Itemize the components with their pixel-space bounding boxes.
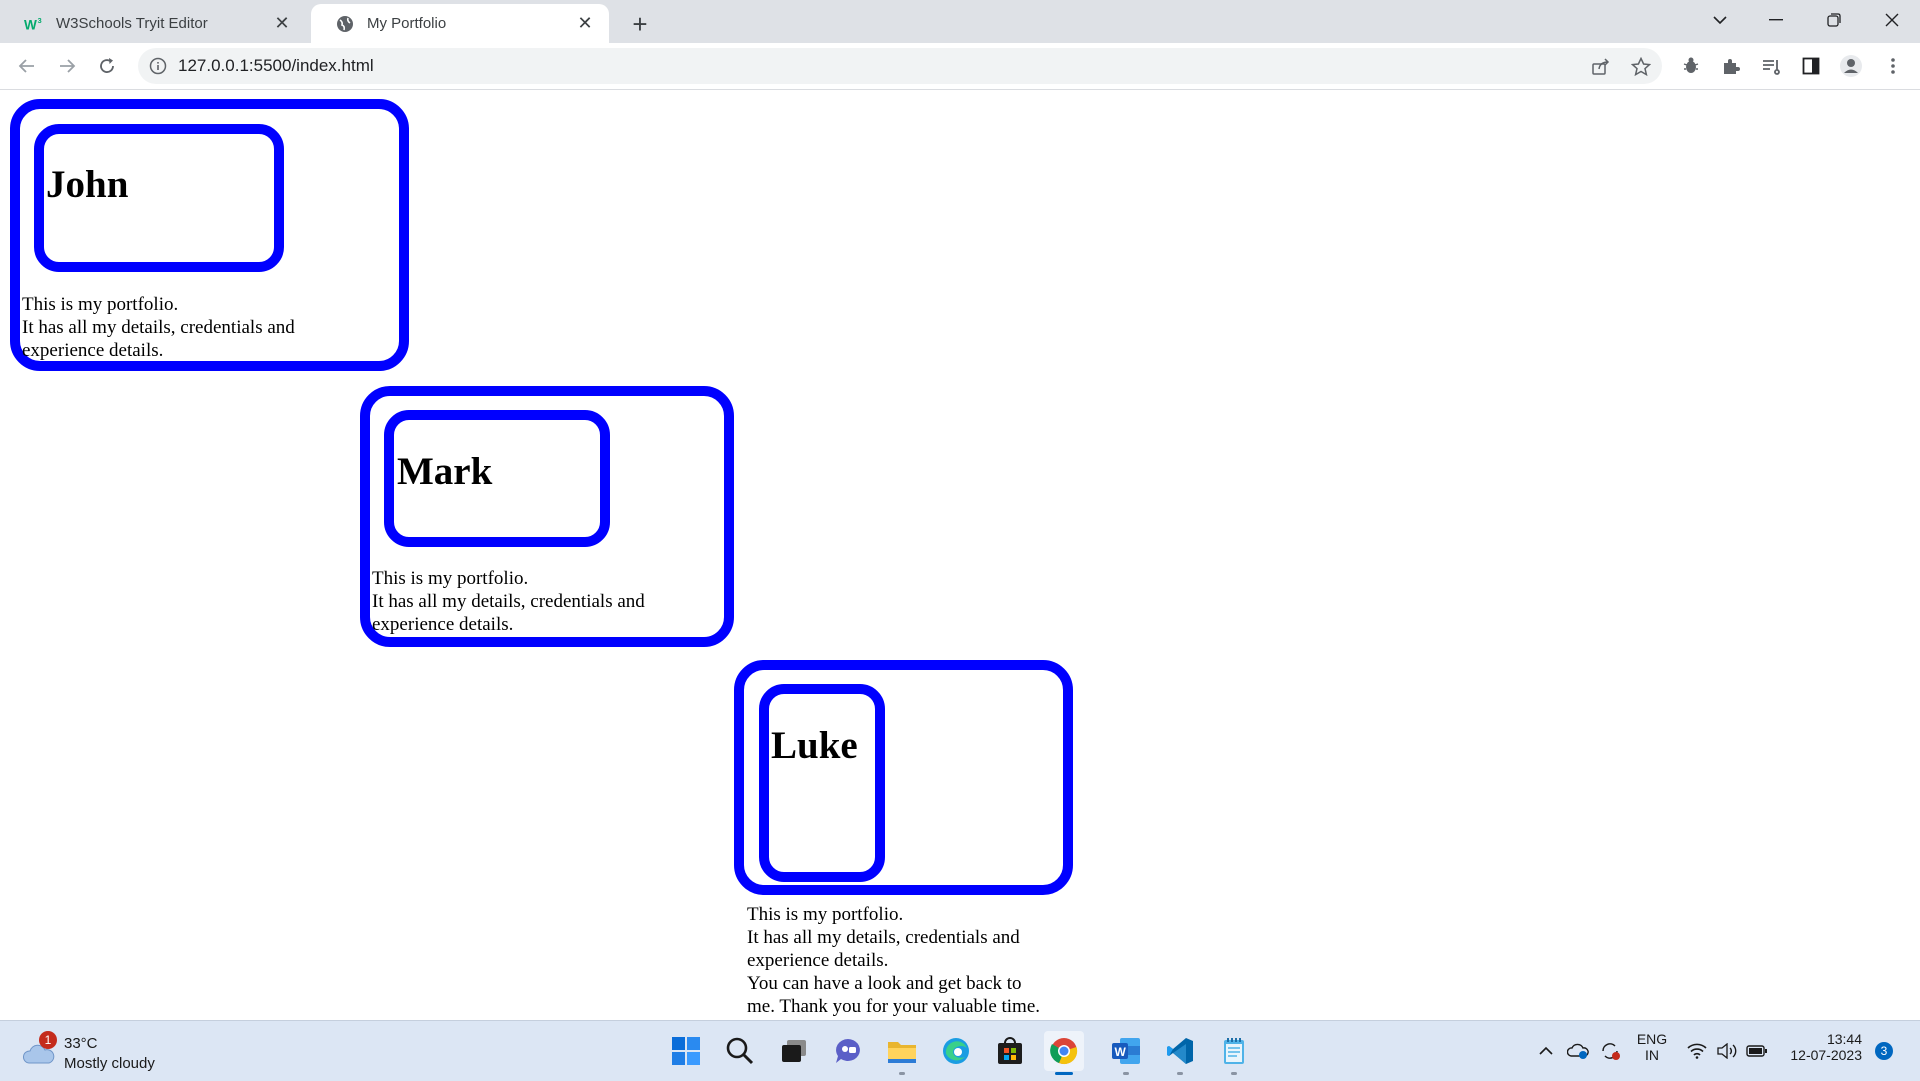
notification-count-badge[interactable]: 3 xyxy=(1875,1042,1893,1060)
tab-my-portfolio[interactable]: My Portfolio ✕ xyxy=(311,4,609,43)
description-line: It has all my details, credentials and xyxy=(747,927,1020,948)
wifi-icon[interactable] xyxy=(1682,1031,1712,1071)
bookmark-star-icon[interactable] xyxy=(1628,54,1654,80)
url-text: 127.0.0.1:5500/index.html xyxy=(178,56,374,75)
sync-icon[interactable] xyxy=(1594,1031,1626,1071)
share-icon[interactable] xyxy=(1588,54,1614,80)
back-button[interactable] xyxy=(10,49,44,83)
weather-temperature: 33°C xyxy=(64,1035,98,1052)
running-indicator xyxy=(1177,1072,1183,1075)
weather-alert-badge: 1 xyxy=(39,1031,57,1049)
volume-icon[interactable] xyxy=(1712,1031,1742,1071)
browser-toolbar: 127.0.0.1:5500/index.html xyxy=(0,43,1920,90)
description-line: It has all my details, credentials and xyxy=(22,317,295,338)
word-icon[interactable]: W xyxy=(1106,1031,1146,1075)
svg-text:3: 3 xyxy=(38,16,42,25)
tab-search-icon[interactable] xyxy=(1692,0,1748,40)
close-window-button[interactable] xyxy=(1864,0,1920,40)
tab-title: My Portfolio xyxy=(367,15,447,32)
running-indicator xyxy=(899,1072,905,1075)
clock-date: 12-07-2023 xyxy=(1790,1047,1862,1063)
svg-text:W: W xyxy=(24,17,37,32)
chat-icon[interactable] xyxy=(828,1031,868,1071)
description-line: It has all my details, credentials and xyxy=(372,591,645,612)
weather-condition: Mostly cloudy xyxy=(64,1055,155,1072)
running-indicator xyxy=(1055,1072,1073,1075)
restore-button[interactable] xyxy=(1806,0,1862,40)
card-description: This is my portfolio. It has all my deta… xyxy=(747,903,1040,1018)
card-name: John xyxy=(46,163,129,206)
store-icon[interactable] xyxy=(990,1031,1030,1071)
new-tab-button[interactable]: + xyxy=(622,6,658,42)
taskbar: 1 33°C Mostly cloudy W ENG IN 13:44 12-0… xyxy=(0,1020,1920,1081)
onedrive-icon[interactable] xyxy=(1562,1031,1594,1071)
vscode-icon[interactable] xyxy=(1160,1031,1200,1075)
description-line: experience details. xyxy=(372,614,514,635)
language-indicator[interactable]: ENG IN xyxy=(1630,1031,1674,1063)
close-tab-icon[interactable]: ✕ xyxy=(268,10,296,38)
profile-avatar-icon[interactable] xyxy=(1834,49,1868,83)
address-bar[interactable]: 127.0.0.1:5500/index.html xyxy=(138,48,1662,84)
description-line: This is my portfolio. xyxy=(22,294,179,315)
svg-text:W: W xyxy=(1115,1045,1127,1059)
site-info-icon[interactable] xyxy=(148,56,168,76)
battery-icon[interactable] xyxy=(1742,1031,1772,1071)
description-line: You can have a look and get back to xyxy=(747,973,1022,994)
running-indicator xyxy=(1123,1072,1129,1075)
tab-w3schools[interactable]: W3 W3Schools Tryit Editor ✕ xyxy=(0,4,306,43)
side-panel-icon[interactable] xyxy=(1794,49,1828,83)
extensions-puzzle-icon[interactable] xyxy=(1714,49,1748,83)
w3schools-icon: W3 xyxy=(24,14,44,34)
language-code: ENG xyxy=(1636,1031,1668,1047)
notepad-icon[interactable] xyxy=(1214,1031,1254,1075)
card-name: Luke xyxy=(771,724,858,767)
card-description: This is my portfolio. It has all my deta… xyxy=(372,567,645,636)
tab-strip: W3 W3Schools Tryit Editor ✕ My Portfolio… xyxy=(0,0,1920,43)
name-box-luke xyxy=(759,684,885,882)
description-line: experience details. xyxy=(747,950,889,971)
chevron-up-icon[interactable] xyxy=(1530,1031,1562,1071)
clock-time: 13:44 xyxy=(1826,1031,1862,1047)
globe-icon xyxy=(335,14,355,34)
chrome-icon[interactable] xyxy=(1044,1031,1084,1075)
search-icon[interactable] xyxy=(720,1031,760,1071)
description-line: This is my portfolio. xyxy=(747,904,904,925)
close-tab-icon[interactable]: ✕ xyxy=(571,10,599,38)
task-view-icon[interactable] xyxy=(774,1031,814,1071)
extension-bug-icon[interactable] xyxy=(1674,49,1708,83)
description-line: experience details. xyxy=(22,340,164,361)
description-line: me. Thank you for your valuable time. xyxy=(747,996,1041,1017)
clock[interactable]: 13:44 12-07-2023 xyxy=(1784,1031,1862,1063)
region-code: IN xyxy=(1645,1047,1659,1063)
minimize-button[interactable] xyxy=(1748,0,1804,40)
start-icon[interactable] xyxy=(666,1031,706,1071)
file-explorer-icon[interactable] xyxy=(882,1031,922,1075)
tab-title: W3Schools Tryit Editor xyxy=(56,15,208,32)
menu-kebab-icon[interactable] xyxy=(1876,49,1910,83)
card-name: Mark xyxy=(397,450,493,493)
forward-button[interactable] xyxy=(50,49,84,83)
running-indicator xyxy=(1231,1072,1237,1075)
description-line: This is my portfolio. xyxy=(372,568,529,589)
edge-icon[interactable] xyxy=(936,1031,976,1071)
card-description: This is my portfolio. It has all my deta… xyxy=(22,293,295,362)
reading-list-icon[interactable] xyxy=(1754,49,1788,83)
reload-button[interactable] xyxy=(90,49,124,83)
